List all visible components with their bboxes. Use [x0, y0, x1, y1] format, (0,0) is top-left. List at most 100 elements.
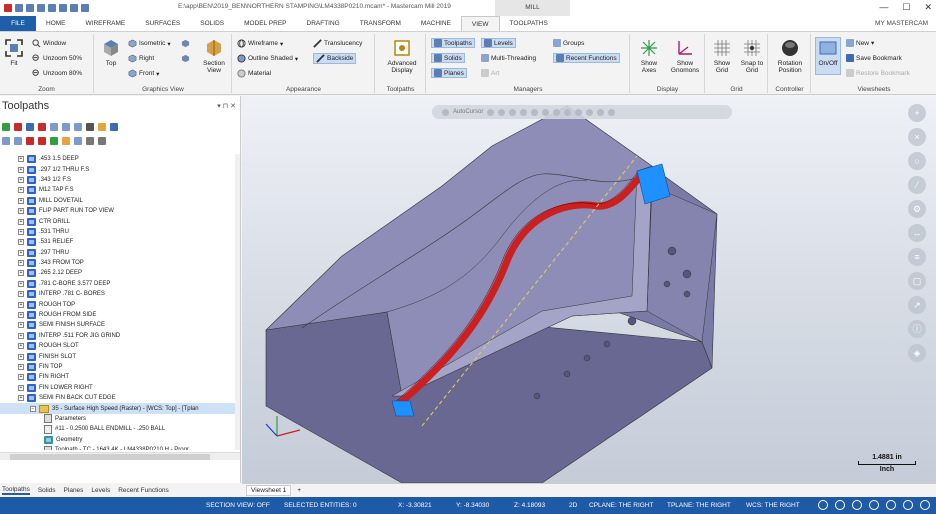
- backplot-icon[interactable]: [50, 123, 58, 131]
- tree-item-group[interactable]: + ROUGH SLOT: [0, 341, 236, 351]
- geometry-row[interactable]: Geometry: [0, 435, 236, 445]
- wireframe-icon[interactable]: [869, 500, 879, 510]
- snap-to-grid-button[interactable]: Snap to Grid: [738, 38, 766, 74]
- tree-item-group[interactable]: + FIN LOWER RIGHT: [0, 383, 236, 393]
- expand-icon[interactable]: +: [18, 291, 24, 298]
- tree-item-group[interactable]: + .531 RELIEF: [0, 237, 236, 247]
- right-view-button[interactable]: Right: [128, 54, 154, 63]
- undo-icon[interactable]: [70, 4, 78, 12]
- scrollbar-thumb[interactable]: [10, 454, 210, 460]
- expand-icon[interactable]: +: [18, 239, 24, 246]
- circle-icon[interactable]: ○: [908, 152, 926, 170]
- expand-icon[interactable]: +: [18, 332, 24, 339]
- view-extra2-button[interactable]: [181, 54, 190, 63]
- tree-item-group[interactable]: + SEMI FIN BACK CUT EDGE: [0, 393, 236, 403]
- expand-icon[interactable]: +: [18, 301, 24, 308]
- insert-arrow-icon[interactable]: [50, 137, 58, 145]
- tree-item-group[interactable]: + FINISH SLOT: [0, 351, 236, 361]
- maximize-button[interactable]: ☐: [902, 2, 910, 13]
- new-file-icon[interactable]: [15, 4, 23, 12]
- layers-icon[interactable]: ◈: [908, 344, 926, 362]
- front-view-button[interactable]: Front ▾: [128, 69, 159, 78]
- tree-item-group[interactable]: + INTERP .511 FOR JIG GRIND: [0, 331, 236, 341]
- panel-controls[interactable]: ▾ ⊓ ✕: [217, 102, 236, 110]
- multithreading-button[interactable]: Multi-Threading: [481, 54, 536, 62]
- expand-icon[interactable]: +: [18, 156, 24, 163]
- delete-icon[interactable]: ×: [908, 128, 926, 146]
- expand-icon[interactable]: +: [18, 395, 24, 402]
- minimize-button[interactable]: —: [879, 2, 888, 13]
- expand-icon[interactable]: +: [18, 384, 24, 391]
- snap-icon[interactable]: [586, 108, 594, 116]
- section-view-status[interactable]: SECTION VIEW: OFF: [206, 502, 270, 509]
- tab-levels-manager[interactable]: Levels: [91, 487, 110, 494]
- tool-row[interactable]: #11 - 0.2500 BALL ENDMILL - .250 BALL: [0, 424, 236, 434]
- translucency-button[interactable]: Translucency: [313, 39, 362, 48]
- tree-item-group[interactable]: + ROUGH TOP: [0, 299, 236, 309]
- expand-icon[interactable]: +: [18, 322, 24, 329]
- view-extra-button[interactable]: [181, 39, 190, 48]
- expand-icon[interactable]: +: [18, 270, 24, 277]
- expand-icon[interactable]: +: [18, 249, 24, 256]
- snap-icon[interactable]: [509, 108, 517, 116]
- art-manager-button[interactable]: Art: [481, 69, 499, 77]
- expand-icon[interactable]: +: [18, 228, 24, 235]
- tab-transform[interactable]: TRANSFORM: [350, 16, 411, 31]
- align-icon[interactable]: ≡: [908, 248, 926, 266]
- lock-icon[interactable]: [2, 137, 10, 145]
- verify-icon[interactable]: [62, 123, 70, 131]
- tree-item-group[interactable]: + FLIP PART RUN TOP VIEW: [0, 206, 236, 216]
- tab-drafting[interactable]: DRAFTING: [297, 16, 350, 31]
- tab-home[interactable]: HOME: [36, 16, 76, 31]
- expand-icon[interactable]: +: [18, 343, 24, 350]
- tab-solids[interactable]: SOLIDS: [190, 16, 234, 31]
- regenerate-icon[interactable]: [26, 123, 34, 131]
- tab-solids-manager[interactable]: Solids: [38, 487, 56, 494]
- tree-item-group[interactable]: + CTR DRILL: [0, 216, 236, 226]
- save-icon[interactable]: [37, 4, 45, 12]
- save-as-icon[interactable]: [48, 4, 56, 12]
- expand-icon[interactable]: +: [18, 353, 24, 360]
- collapse-icon[interactable]: −: [30, 405, 36, 412]
- shaded-icon[interactable]: [852, 500, 862, 510]
- plane-icon[interactable]: ▢: [908, 272, 926, 290]
- help-icon[interactable]: [110, 123, 118, 131]
- tree-item-group[interactable]: + INTERP .781 C- BORES: [0, 289, 236, 299]
- tab-file[interactable]: FILE: [0, 16, 36, 31]
- tab-view[interactable]: VIEW: [460, 16, 500, 31]
- show-gnomons-button[interactable]: Show Gnomons: [667, 38, 703, 74]
- single-display-icon[interactable]: [74, 137, 82, 145]
- fit-button[interactable]: Fit: [3, 38, 25, 67]
- translucency-icon[interactable]: [886, 500, 896, 510]
- expand-icon[interactable]: +: [18, 197, 24, 204]
- material-button[interactable]: Material: [237, 69, 271, 78]
- toggle-display-icon[interactable]: [14, 137, 22, 145]
- advanced-display-button[interactable]: Advanced Display: [381, 38, 423, 74]
- recent-functions-button[interactable]: Recent Functions: [553, 53, 620, 63]
- tree-item-group[interactable]: + M12 TAP F.S: [0, 185, 236, 195]
- globe-icon[interactable]: [818, 500, 828, 510]
- tree-item-group[interactable]: + MILL DOVETAIL: [0, 196, 236, 206]
- tab-recent-functions[interactable]: Recent Functions: [118, 487, 169, 494]
- select-failed-icon[interactable]: [14, 123, 22, 131]
- zoom-window-button[interactable]: Window: [32, 39, 66, 48]
- snap-icon[interactable]: [597, 108, 605, 116]
- snap-icon[interactable]: [487, 108, 495, 116]
- new-viewsheet-button[interactable]: New ▾: [846, 39, 874, 47]
- expand-icon[interactable]: +: [18, 208, 24, 215]
- outline-shaded-button[interactable]: Outline Shaded ▾: [237, 54, 298, 63]
- tree-horizontal-scrollbar[interactable]: [0, 452, 240, 460]
- tree-item-group[interactable]: + .453 1.5 DEEP: [0, 154, 236, 164]
- levels-manager-button[interactable]: Levels: [481, 38, 516, 48]
- high-feed-icon[interactable]: [98, 123, 106, 131]
- tab-model-prep[interactable]: MODEL PREP: [234, 16, 296, 31]
- close-button[interactable]: ✕: [924, 2, 932, 13]
- snap-icon[interactable]: [553, 108, 561, 116]
- post-icon[interactable]: [86, 123, 94, 131]
- cplane-status[interactable]: CPLANE: THE RIGHT: [589, 502, 654, 509]
- tree-item-group[interactable]: + .781 C-BORE 3.577 DEEP: [0, 279, 236, 289]
- expand-icon[interactable]: +: [18, 176, 24, 183]
- tab-wireframe[interactable]: WIREFRAME: [76, 16, 136, 31]
- snap-icon[interactable]: [531, 108, 539, 116]
- tree-item-group[interactable]: + .297 THRU: [0, 248, 236, 258]
